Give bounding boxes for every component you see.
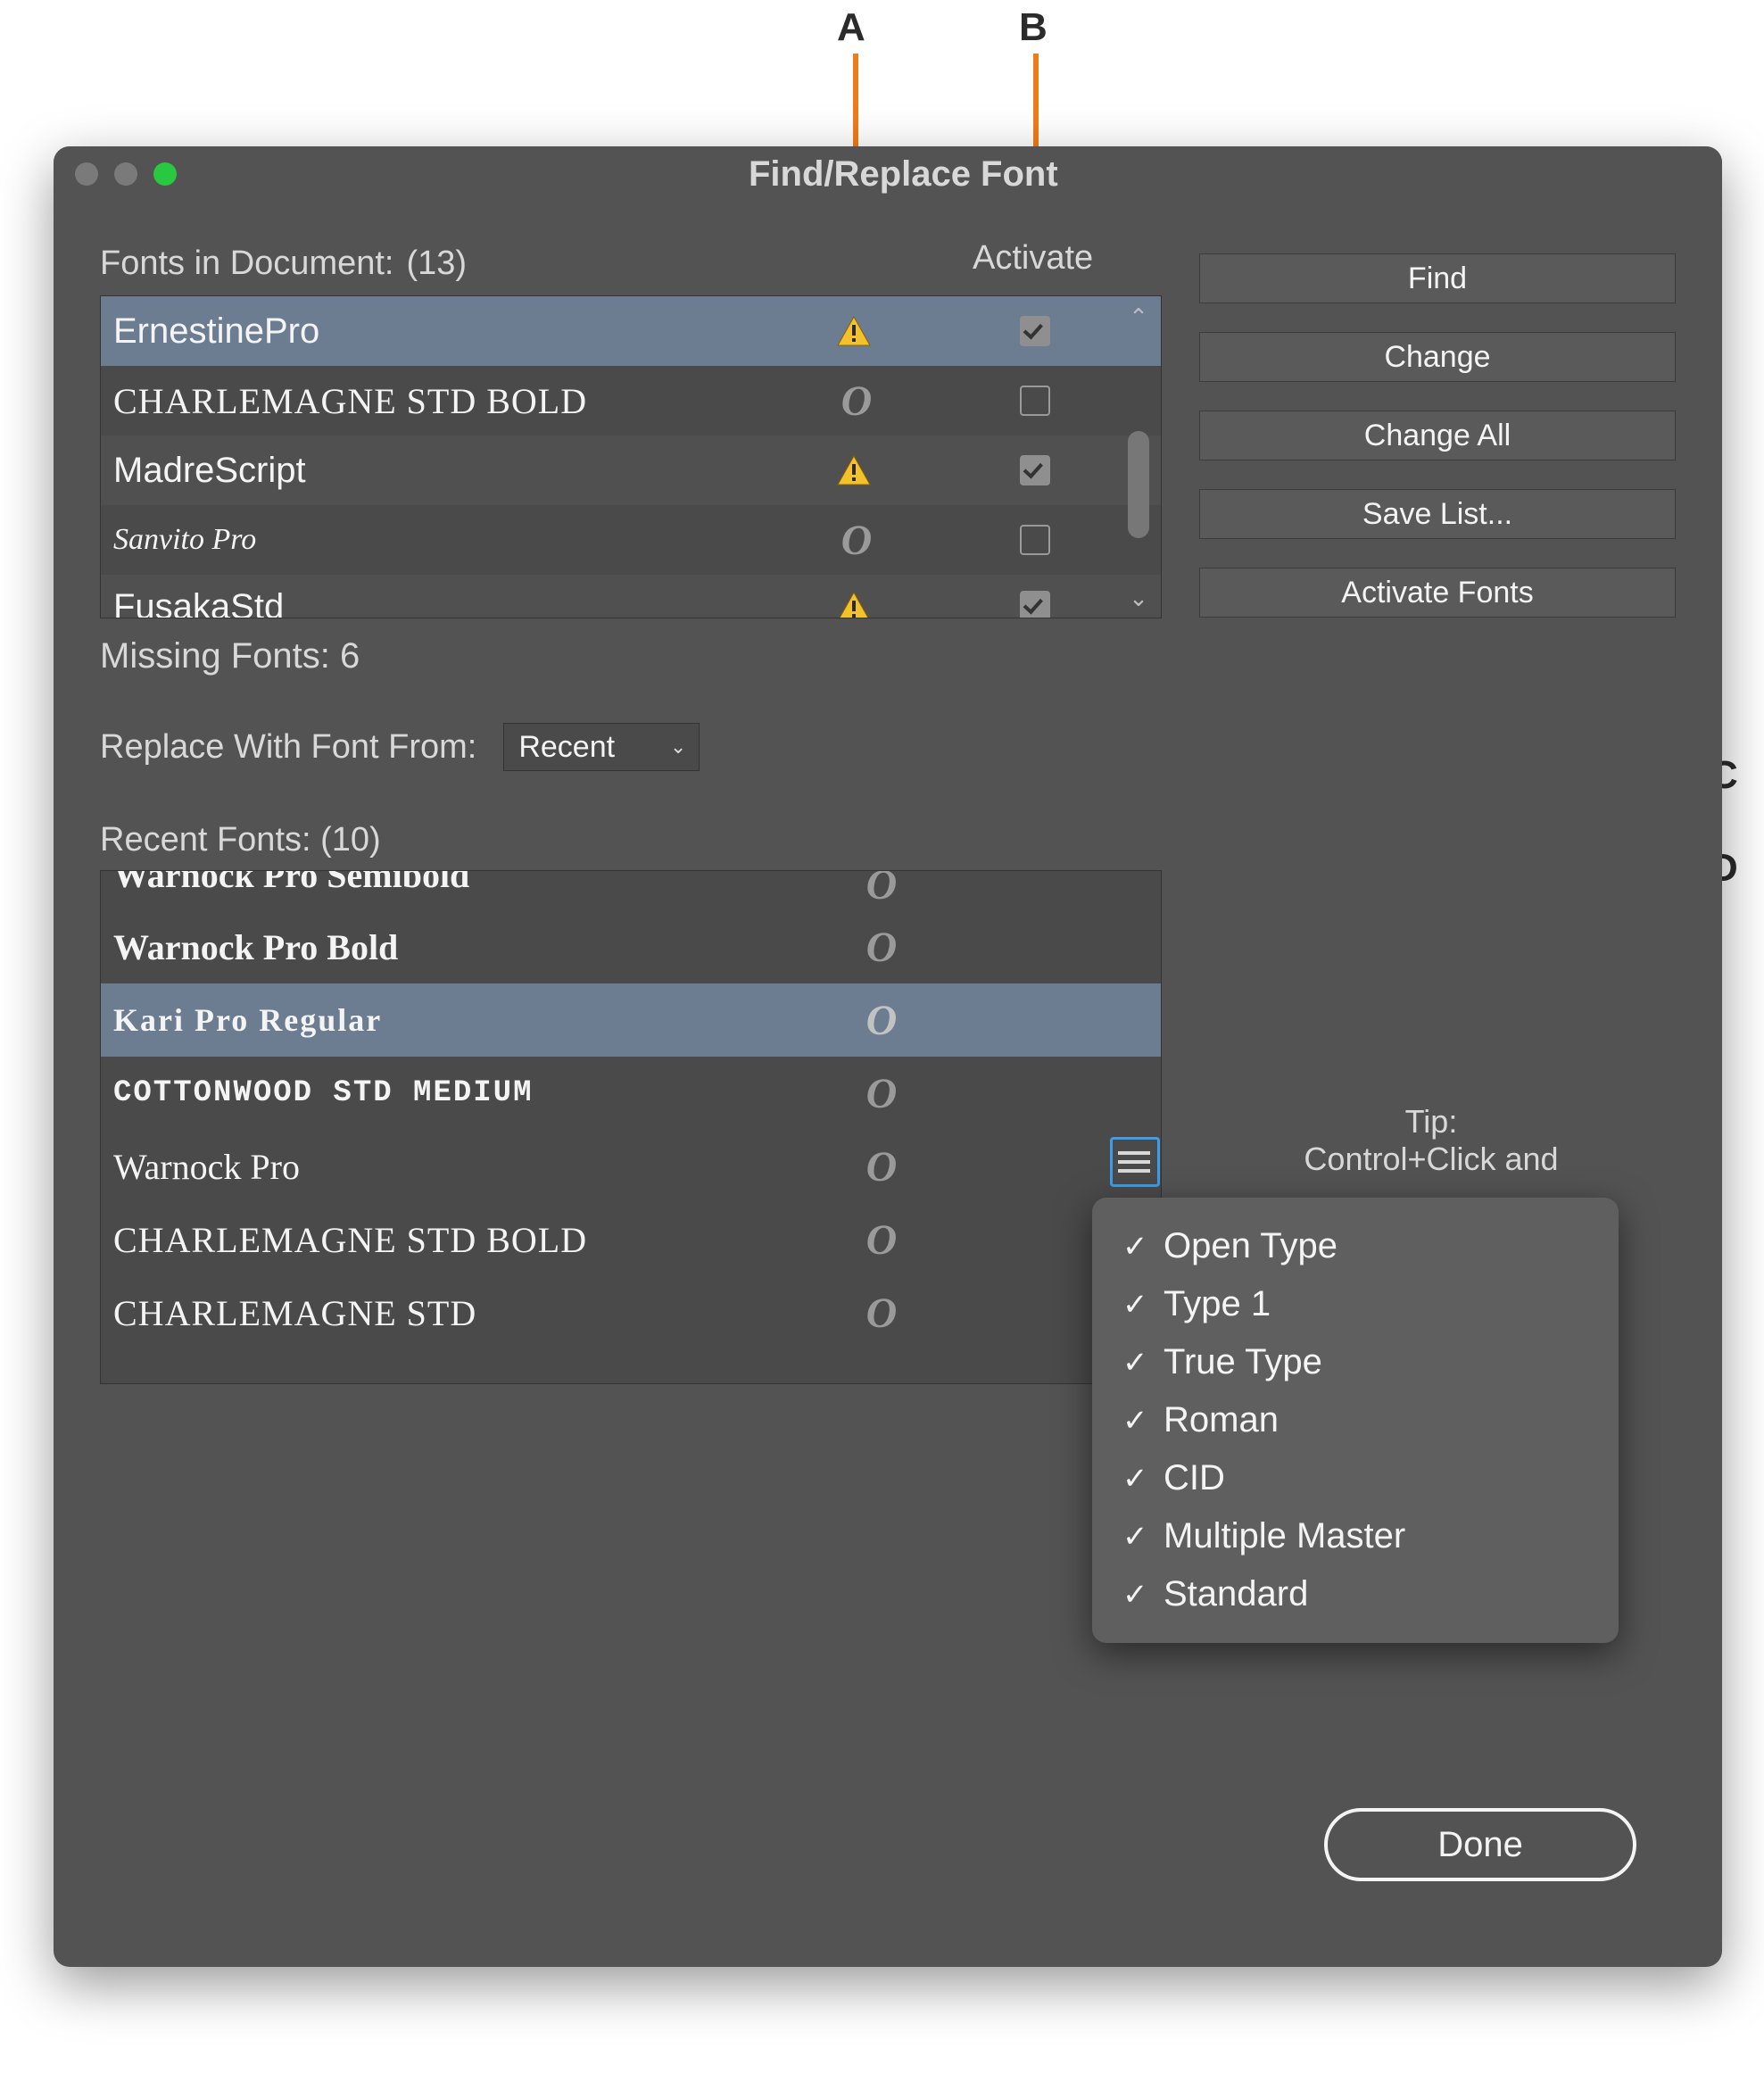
- check-icon: ✓: [1122, 1403, 1147, 1439]
- scrollbar[interactable]: ⌃ ⌄: [1122, 303, 1155, 612]
- font-name: Warnock Pro: [113, 1146, 1161, 1188]
- titlebar: Find/Replace Font: [54, 146, 1722, 202]
- activate-checkbox[interactable]: [1020, 316, 1050, 346]
- font-row[interactable]: FusakaStd: [101, 575, 1161, 618]
- replace-with-label: Replace With Font From:: [100, 728, 476, 767]
- menu-item[interactable]: ✓ Open Type: [1119, 1217, 1592, 1275]
- font-name: Sanvito Pro: [113, 523, 1161, 557]
- menu-item[interactable]: ✓ Type 1: [1119, 1275, 1592, 1333]
- activate-checkbox[interactable]: [1020, 455, 1050, 485]
- opentype-icon: O: [863, 871, 900, 909]
- window-title: Find/Replace Font: [749, 154, 1058, 195]
- callout-a: A: [837, 5, 865, 50]
- opentype-icon: O: [863, 996, 900, 1045]
- menu-item-label: True Type: [1164, 1342, 1322, 1382]
- opentype-icon: O: [838, 377, 875, 426]
- activate-checkbox[interactable]: [1020, 591, 1050, 618]
- tip-line: Tip:: [1217, 1103, 1645, 1141]
- close-icon[interactable]: [75, 162, 98, 186]
- font-name: MadreScript: [113, 451, 1161, 491]
- fonts-in-doc-text: Fonts in Document:: [100, 245, 393, 283]
- menu-item-label: Roman: [1164, 1400, 1279, 1440]
- menu-item[interactable]: ✓ Standard: [1119, 1565, 1592, 1623]
- font-name: CHARLEMAGNE STD: [113, 1292, 1161, 1334]
- font-row[interactable]: CHARLEMAGNE STD BOLD O: [101, 366, 1161, 436]
- chevron-up-icon[interactable]: ⌃: [1129, 303, 1148, 331]
- recent-fonts-text: Recent Fonts:: [100, 821, 311, 859]
- recent-fonts-count: (10): [320, 821, 381, 859]
- done-button[interactable]: Done: [1324, 1808, 1636, 1881]
- check-icon: ✓: [1122, 1577, 1147, 1613]
- recent-font-row[interactable]: Warnock Pro O: [101, 1130, 1161, 1203]
- font-row[interactable]: Sanvito Pro O: [101, 505, 1161, 575]
- menu-item-label: CID: [1164, 1458, 1225, 1498]
- activate-checkbox[interactable]: [1020, 525, 1050, 555]
- opentype-icon: O: [838, 516, 875, 565]
- opentype-icon: O: [863, 1069, 900, 1118]
- find-replace-font-dialog: Find/Replace Font Activate Fonts in Docu…: [54, 146, 1722, 1967]
- check-icon: ✓: [1122, 1229, 1147, 1265]
- change-all-button[interactable]: Change All: [1199, 411, 1676, 460]
- missing-fonts-label: Missing Fonts: 6: [100, 636, 1162, 676]
- chevron-down-icon: ⌄: [670, 735, 686, 759]
- window-controls: [54, 162, 177, 186]
- check-icon: ✓: [1122, 1519, 1147, 1555]
- callout-b: B: [1019, 5, 1048, 50]
- warning-icon: [836, 315, 872, 347]
- menu-item-label: Open Type: [1164, 1226, 1337, 1266]
- check-icon: ✓: [1122, 1287, 1147, 1323]
- replace-source-value: Recent: [518, 730, 615, 765]
- font-type-filter-menu[interactable]: ✓ Open Type ✓ Type 1 ✓ True Type ✓ Roman ✓ CI…: [1092, 1198, 1619, 1643]
- tip-line: Control+Click and: [1217, 1141, 1645, 1178]
- filter-list-icon[interactable]: [1110, 1137, 1160, 1187]
- recent-font-row[interactable]: Kari Pro Regular O: [101, 983, 1161, 1057]
- font-name: Kari Pro Regular: [113, 1001, 1161, 1039]
- chevron-down-icon[interactable]: ⌄: [1129, 585, 1148, 612]
- menu-item[interactable]: ✓ CID: [1119, 1449, 1592, 1507]
- minimize-icon[interactable]: [114, 162, 137, 186]
- font-name: Warnock Pro Bold: [113, 926, 1161, 968]
- font-row[interactable]: ErnestinePro: [101, 296, 1161, 366]
- scroll-thumb[interactable]: [1128, 431, 1149, 538]
- menu-item-label: Standard: [1164, 1574, 1308, 1614]
- font-name: CHARLEMAGNE STD BOLD: [113, 380, 1161, 422]
- font-name: CHARLEMAGNE STD BOLD: [113, 1219, 1161, 1261]
- menu-item[interactable]: ✓ True Type: [1119, 1333, 1592, 1391]
- recent-font-row[interactable]: CHARLEMAGNE STD BOLD O: [101, 1203, 1161, 1276]
- font-name: ErnestinePro: [113, 311, 1161, 352]
- replace-source-select[interactable]: Recent ⌄: [503, 723, 700, 771]
- menu-item-label: Multiple Master: [1164, 1516, 1405, 1556]
- activate-column-header: Activate: [973, 239, 1093, 278]
- menu-item[interactable]: ✓ Multiple Master: [1119, 1507, 1592, 1565]
- font-name: FusakaStd: [113, 587, 1161, 619]
- recent-font-row[interactable]: Warnock Pro Bold O: [101, 910, 1161, 983]
- menu-item-label: Type 1: [1164, 1284, 1271, 1324]
- menu-item[interactable]: ✓ Roman: [1119, 1391, 1592, 1449]
- opentype-icon: O: [863, 923, 900, 972]
- fonts-in-doc-count: (13): [406, 245, 467, 283]
- zoom-icon[interactable]: [153, 162, 177, 186]
- check-icon: ✓: [1122, 1461, 1147, 1497]
- warning-icon: [836, 591, 872, 618]
- check-icon: ✓: [1122, 1345, 1147, 1381]
- tip-text: Tip: Control+Click and: [1217, 1103, 1645, 1178]
- opentype-icon: O: [863, 1289, 900, 1338]
- find-button[interactable]: Find: [1199, 253, 1676, 303]
- document-fonts-list[interactable]: ErnestinePro CHARLEMAGNE STD BOLD O Madr…: [100, 295, 1162, 618]
- opentype-icon: O: [863, 1142, 900, 1191]
- activate-fonts-button[interactable]: Activate Fonts: [1199, 568, 1676, 618]
- save-list-button[interactable]: Save List...: [1199, 489, 1676, 539]
- activate-checkbox[interactable]: [1020, 386, 1050, 416]
- opentype-icon: O: [863, 1215, 900, 1265]
- font-name: COTTONWOOD STD MEDIUM: [113, 1076, 1161, 1110]
- recent-font-row[interactable]: COTTONWOOD STD MEDIUM O: [101, 1057, 1161, 1130]
- font-row[interactable]: MadreScript: [101, 436, 1161, 505]
- recent-font-row[interactable]: CHARLEMAGNE STD O: [101, 1276, 1161, 1349]
- change-button[interactable]: Change: [1199, 332, 1676, 382]
- recent-font-row[interactable]: Warnock Pro Semibold O: [101, 871, 1161, 910]
- recent-fonts-label: Recent Fonts: (10): [100, 821, 1162, 859]
- recent-fonts-list[interactable]: Warnock Pro Semibold O Warnock Pro Bold …: [100, 870, 1162, 1384]
- warning-icon: [836, 454, 872, 486]
- font-name: Warnock Pro Semibold: [113, 871, 1161, 896]
